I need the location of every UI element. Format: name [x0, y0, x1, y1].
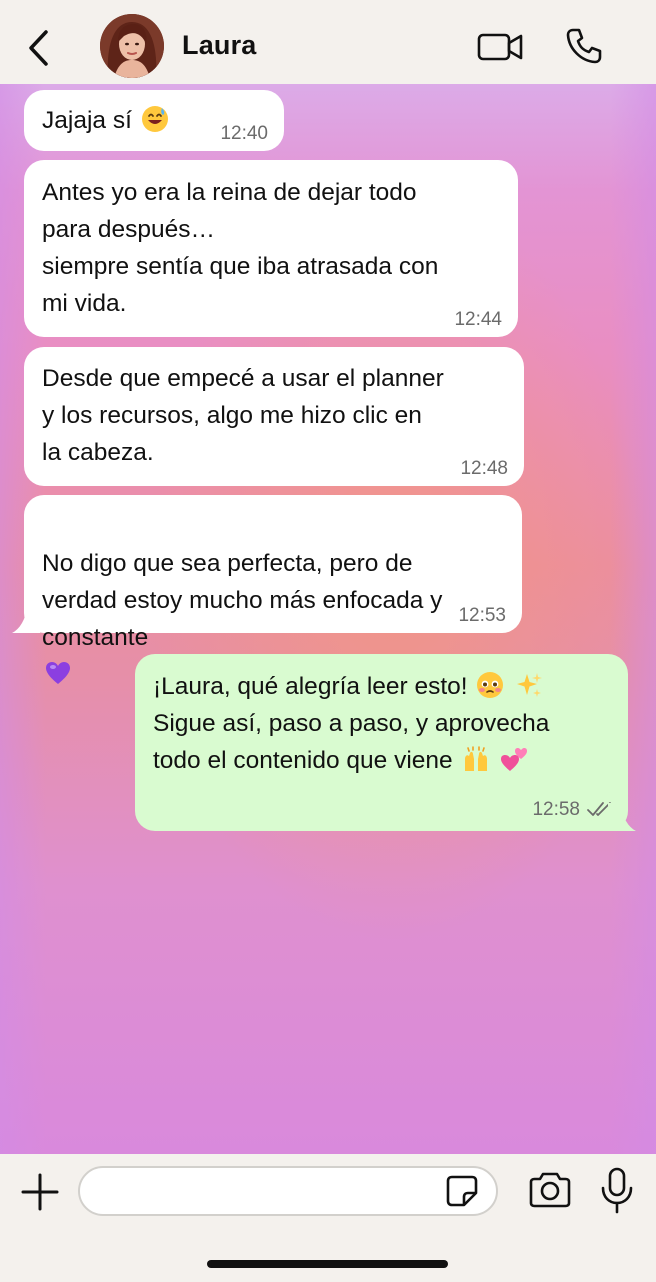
- face-holding-back-tears-icon: [477, 672, 504, 698]
- microphone-button[interactable]: [598, 1166, 636, 1216]
- message-text: Antes yo era la reina de dejar todo para…: [42, 179, 439, 317]
- sticker-icon: [446, 1175, 478, 1207]
- raising-hands-icon: [464, 746, 487, 771]
- chevron-left-icon: [29, 30, 48, 66]
- avatar-image: [100, 14, 164, 78]
- purple-heart-icon: [46, 662, 70, 684]
- camera-button[interactable]: [527, 1170, 573, 1210]
- message-input[interactable]: [78, 1166, 498, 1216]
- message-text: Jajaja sí: [42, 106, 171, 134]
- plus-icon: [21, 1173, 59, 1211]
- composer-bar: [0, 1154, 656, 1282]
- contact-avatar[interactable]: [100, 14, 164, 78]
- message-text: ¡Laura, qué alegría leer esto! Sigue así…: [153, 672, 550, 774]
- attach-button[interactable]: [20, 1172, 60, 1212]
- video-call-button[interactable]: [476, 30, 524, 64]
- message-outgoing[interactable]: ¡Laura, qué alegría leer esto! Sigue así…: [135, 654, 628, 831]
- message-text: Desde que empecé a usar el planner y los…: [42, 365, 444, 466]
- sparkles-icon: [517, 673, 543, 697]
- contact-name[interactable]: Laura: [182, 30, 257, 61]
- grinning-sweat-face-icon: [141, 106, 168, 132]
- camera-icon: [529, 1172, 571, 1208]
- bubble-tail: [12, 605, 40, 633]
- message-time: 12:48: [460, 458, 508, 479]
- sticker-button[interactable]: [445, 1174, 479, 1208]
- chat-header: Laura: [0, 0, 656, 84]
- message-incoming[interactable]: Desde que empecé a usar el planner y los…: [24, 347, 524, 486]
- message-time: 12:58: [532, 799, 580, 820]
- chat-area[interactable]: Jajaja sí 12:40 Antes yo era la reina de…: [0, 84, 656, 1154]
- bubble-tail: [608, 803, 636, 831]
- message-time: 12:53: [458, 605, 506, 626]
- message-incoming[interactable]: No digo que sea perfecta, pero de verdad…: [24, 495, 522, 684]
- two-hearts-icon: [501, 748, 528, 771]
- phone-icon: [566, 28, 602, 64]
- microphone-icon: [601, 1167, 633, 1214]
- back-button[interactable]: [22, 28, 56, 68]
- message-incoming[interactable]: Antes yo era la reina de dejar todo para…: [24, 160, 518, 337]
- message-time: 12:40: [220, 123, 268, 144]
- message-incoming[interactable]: Jajaja sí 12:40: [24, 90, 284, 151]
- home-indicator[interactable]: [207, 1260, 448, 1268]
- video-camera-icon: [477, 33, 523, 61]
- voice-call-button[interactable]: [564, 26, 604, 66]
- message-time: 12:44: [454, 309, 502, 330]
